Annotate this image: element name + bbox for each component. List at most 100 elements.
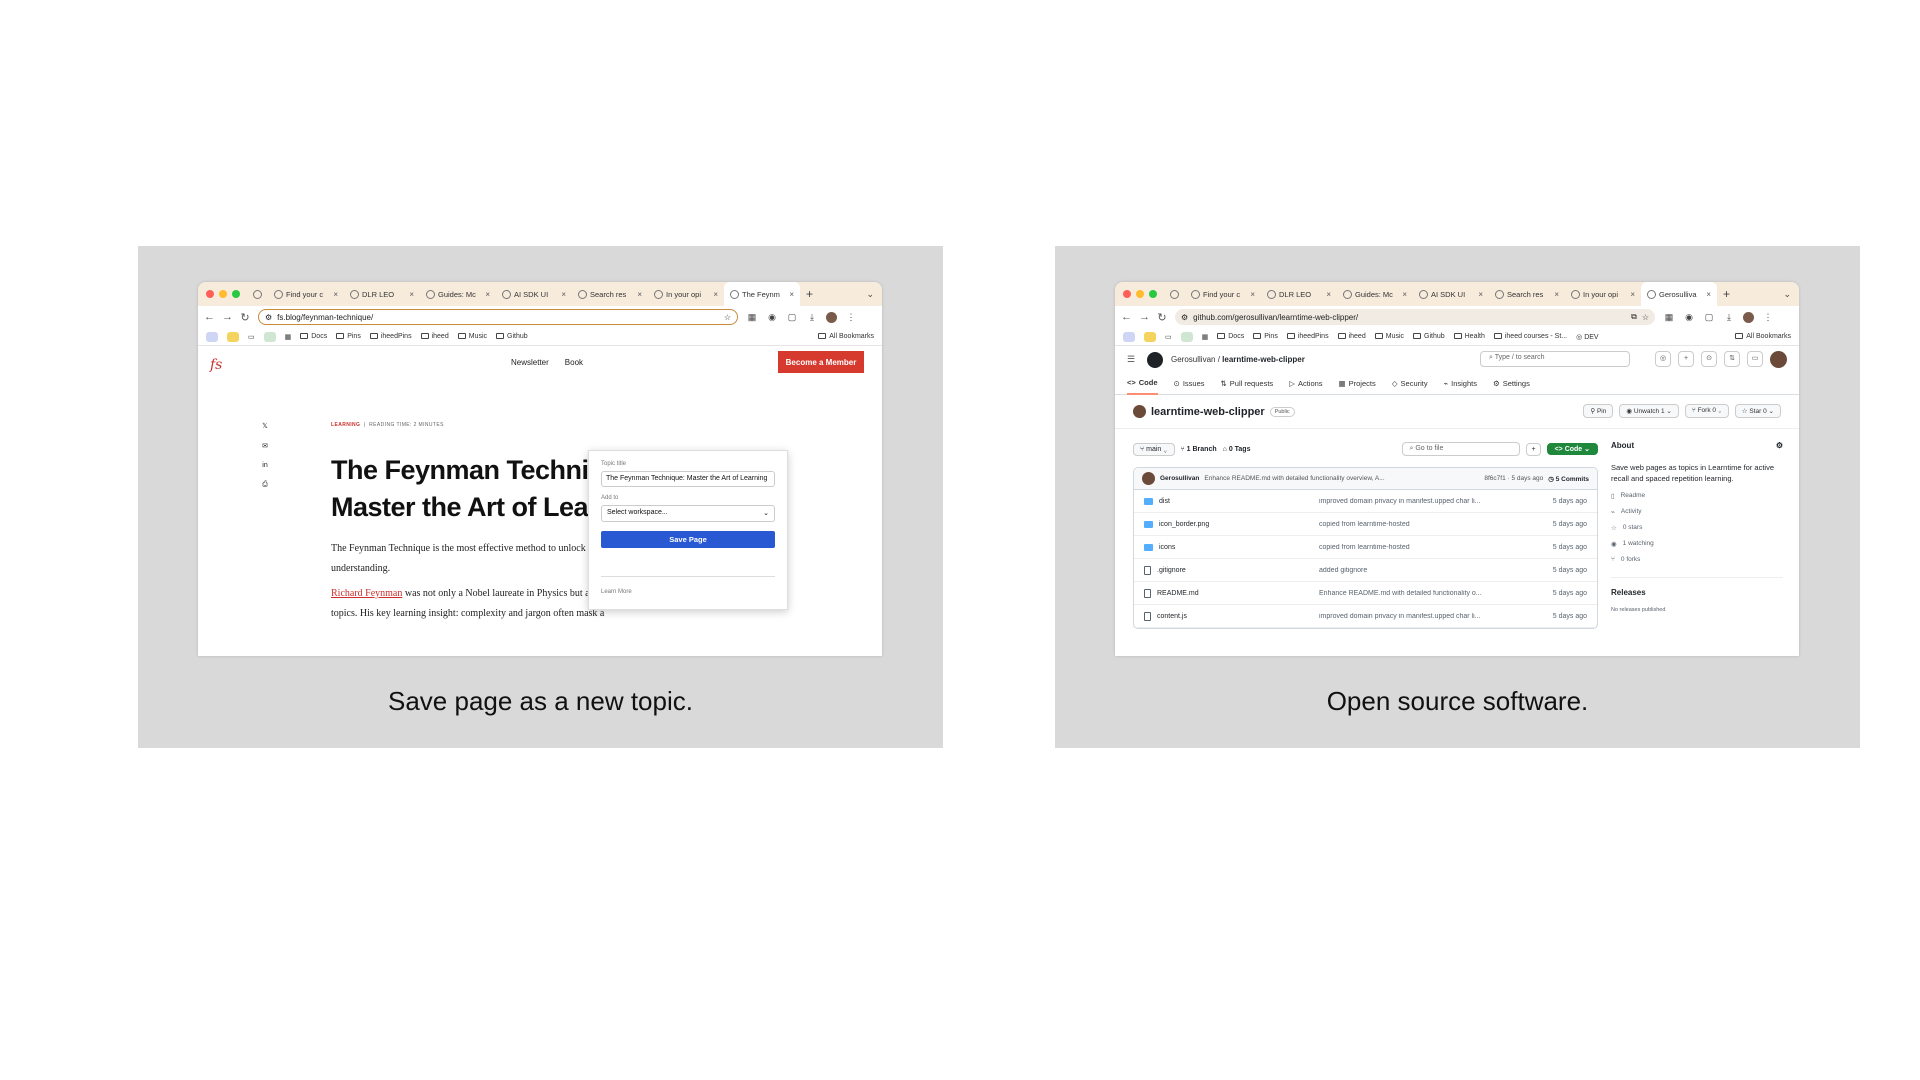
tab-settings[interactable]: ⚙ Settings	[1493, 373, 1530, 395]
table-row[interactable]: .gitignore added gitignore 5 days ago	[1134, 559, 1597, 582]
print-icon[interactable]: ⎙	[260, 481, 270, 489]
issues-icon[interactable]: ⊙	[1701, 351, 1717, 367]
active-browser-tab[interactable]: Gerosulliva ×	[1641, 282, 1717, 306]
add-file-button[interactable]: +	[1526, 442, 1541, 456]
bookmark-folder[interactable]: iheedPins	[369, 333, 412, 340]
table-row[interactable]: dist improved domain privacy in manifest.…	[1134, 490, 1597, 513]
grid-icon[interactable]: ▦	[285, 333, 292, 341]
browser-tab[interactable]: Guides: Mc ×	[1337, 282, 1413, 306]
workspace-select[interactable]: Select workspace... ⌄	[601, 505, 775, 522]
bookmark-app-icon[interactable]	[1180, 331, 1193, 342]
bookmark-link[interactable]: ◎ DEV	[1576, 333, 1598, 341]
email-icon[interactable]: ✉	[260, 442, 270, 450]
commits-link[interactable]: ◷ 5 Commits	[1548, 475, 1589, 483]
user-avatar[interactable]	[1770, 351, 1787, 368]
owner-avatar[interactable]	[1133, 405, 1146, 418]
become-member-button[interactable]: Become a Member	[778, 351, 864, 373]
kebab-menu-icon[interactable]: ⋮	[1762, 311, 1774, 323]
browser-tab[interactable]: DLR LEO ×	[344, 282, 420, 306]
forks-link[interactable]: ⑂ 0 forks	[1611, 556, 1783, 563]
close-tab-icon[interactable]: ×	[409, 290, 414, 299]
bookmark-folder[interactable]: iheedPins	[1286, 333, 1329, 340]
browser-tab[interactable]: Search res ×	[1489, 282, 1565, 306]
pull-requests-icon[interactable]: ⇅	[1724, 351, 1740, 367]
bookmark-app-icon[interactable]	[1123, 331, 1135, 342]
minimize-window-button[interactable]	[1136, 290, 1144, 298]
bookmark-app-icon[interactable]	[263, 331, 276, 342]
folder-icon[interactable]: ▭	[1165, 333, 1172, 341]
browser-tab[interactable]: Find your c ×	[1185, 282, 1261, 306]
new-tab-plus-icon[interactable]: +	[1723, 287, 1730, 301]
github-logo-icon[interactable]	[1147, 351, 1163, 368]
close-tab-icon[interactable]: ×	[1326, 290, 1331, 299]
browser-tab[interactable]: DLR LEO ×	[1261, 282, 1337, 306]
bookmark-folder[interactable]: Music	[457, 333, 487, 340]
bookmark-star-icon[interactable]: ☆	[1642, 313, 1649, 322]
close-tab-icon[interactable]: ×	[713, 290, 718, 299]
x-twitter-icon[interactable]: 𝕏	[260, 422, 270, 430]
all-bookmarks[interactable]: All Bookmarks	[818, 333, 874, 340]
browser-tab[interactable]: Guides: Mc ×	[420, 282, 496, 306]
browser-tab[interactable]: In your opi ×	[648, 282, 724, 306]
close-tab-icon[interactable]: ×	[1706, 290, 1711, 299]
commit-author[interactable]: Gerosullivan	[1160, 475, 1199, 482]
commit-meta[interactable]: 8f6c7f1 · 5 days ago	[1484, 475, 1543, 482]
all-bookmarks[interactable]: All Bookmarks	[1735, 333, 1791, 340]
forward-arrow-icon[interactable]: →	[222, 311, 233, 323]
tab-projects[interactable]: ▦ Projects	[1339, 373, 1376, 395]
table-row[interactable]: content.js improved domain privacy in man…	[1134, 605, 1597, 628]
pin-button[interactable]: ⚲ Pin	[1583, 404, 1614, 418]
tab-insights[interactable]: ⌁ Insights	[1444, 373, 1477, 395]
inbox-icon[interactable]: ▭	[1747, 351, 1763, 367]
bookmark-folder[interactable]: Github	[1413, 333, 1445, 340]
repo-link[interactable]: learntime-web-clipper	[1222, 355, 1305, 364]
download-icon[interactable]: ⤓	[806, 311, 818, 323]
tags-link[interactable]: ⌂ 0 Tags	[1223, 446, 1251, 453]
bookmark-folder[interactable]: iheed	[420, 333, 449, 340]
bookmark-link[interactable]: iheed courses - St...	[1493, 333, 1567, 340]
bookmark-folder[interactable]: Docs	[300, 333, 327, 340]
window-controls[interactable]	[206, 290, 240, 298]
go-to-file-input[interactable]: ⌕ Go to file	[1402, 442, 1521, 456]
tab-code[interactable]: <> Code	[1127, 373, 1158, 395]
address-bar[interactable]: ⚙ github.com/gerosullivan/learntime-web-…	[1175, 309, 1655, 325]
releases-heading[interactable]: Releases	[1611, 577, 1783, 597]
commit-message[interactable]: Enhance README.md with detailed function…	[1204, 475, 1384, 482]
stars-link[interactable]: ☆ 0 stars	[1611, 524, 1783, 532]
tab-security[interactable]: ◇ Security	[1392, 373, 1428, 395]
save-page-button[interactable]: Save Page	[601, 531, 775, 548]
bookmark-app-icon[interactable]	[206, 331, 218, 342]
close-tab-icon[interactable]: ×	[1630, 290, 1635, 299]
folder-icon[interactable]: ▭	[248, 333, 255, 341]
committer-avatar[interactable]	[1142, 472, 1155, 485]
bookmark-folder[interactable]: Health	[1453, 333, 1485, 340]
address-bar[interactable]: ⚙ fs.blog/feynman-technique/ ☆	[258, 309, 738, 325]
bookmark-app-icon[interactable]	[1144, 331, 1156, 342]
browser-tab[interactable]: AI SDK UI ×	[1413, 282, 1489, 306]
pinned-tab[interactable]	[1165, 282, 1185, 306]
browser-tab[interactable]: AI SDK UI ×	[496, 282, 572, 306]
site-info-icon[interactable]: ⚙	[1181, 313, 1188, 322]
profile-avatar[interactable]	[1743, 311, 1754, 323]
unwatch-button[interactable]: ◉ Unwatch 1 ⌄	[1619, 404, 1679, 418]
close-window-button[interactable]	[206, 290, 214, 298]
reload-icon[interactable]: ↻	[1157, 311, 1167, 324]
activity-link[interactable]: ⌁ Activity	[1611, 508, 1783, 516]
close-tab-icon[interactable]: ×	[1250, 290, 1255, 299]
active-browser-tab[interactable]: The Feynm ×	[724, 282, 800, 306]
readme-link[interactable]: ▯ Readme	[1611, 492, 1783, 500]
site-info-icon[interactable]: ⚙	[265, 313, 272, 322]
puzzle-extensions-icon[interactable]: ▢	[1703, 311, 1715, 323]
puzzle-extensions-icon[interactable]: ▢	[786, 311, 798, 323]
create-new-icon[interactable]: +	[1678, 351, 1694, 367]
maximize-window-button[interactable]	[232, 290, 240, 298]
repo-title[interactable]: learntime-web-clipper	[1151, 406, 1265, 418]
bookmark-folder[interactable]: Github	[496, 333, 528, 340]
bookmark-app-icon[interactable]	[227, 331, 239, 342]
code-button[interactable]: <> Code ⌄	[1546, 443, 1598, 455]
bookmark-folder[interactable]: Docs	[1217, 333, 1244, 340]
bookmark-folder[interactable]: Music	[1374, 333, 1404, 340]
close-tab-icon[interactable]: ×	[1402, 290, 1407, 299]
window-controls[interactable]	[1123, 290, 1157, 298]
nav-book[interactable]: Book	[565, 358, 583, 367]
